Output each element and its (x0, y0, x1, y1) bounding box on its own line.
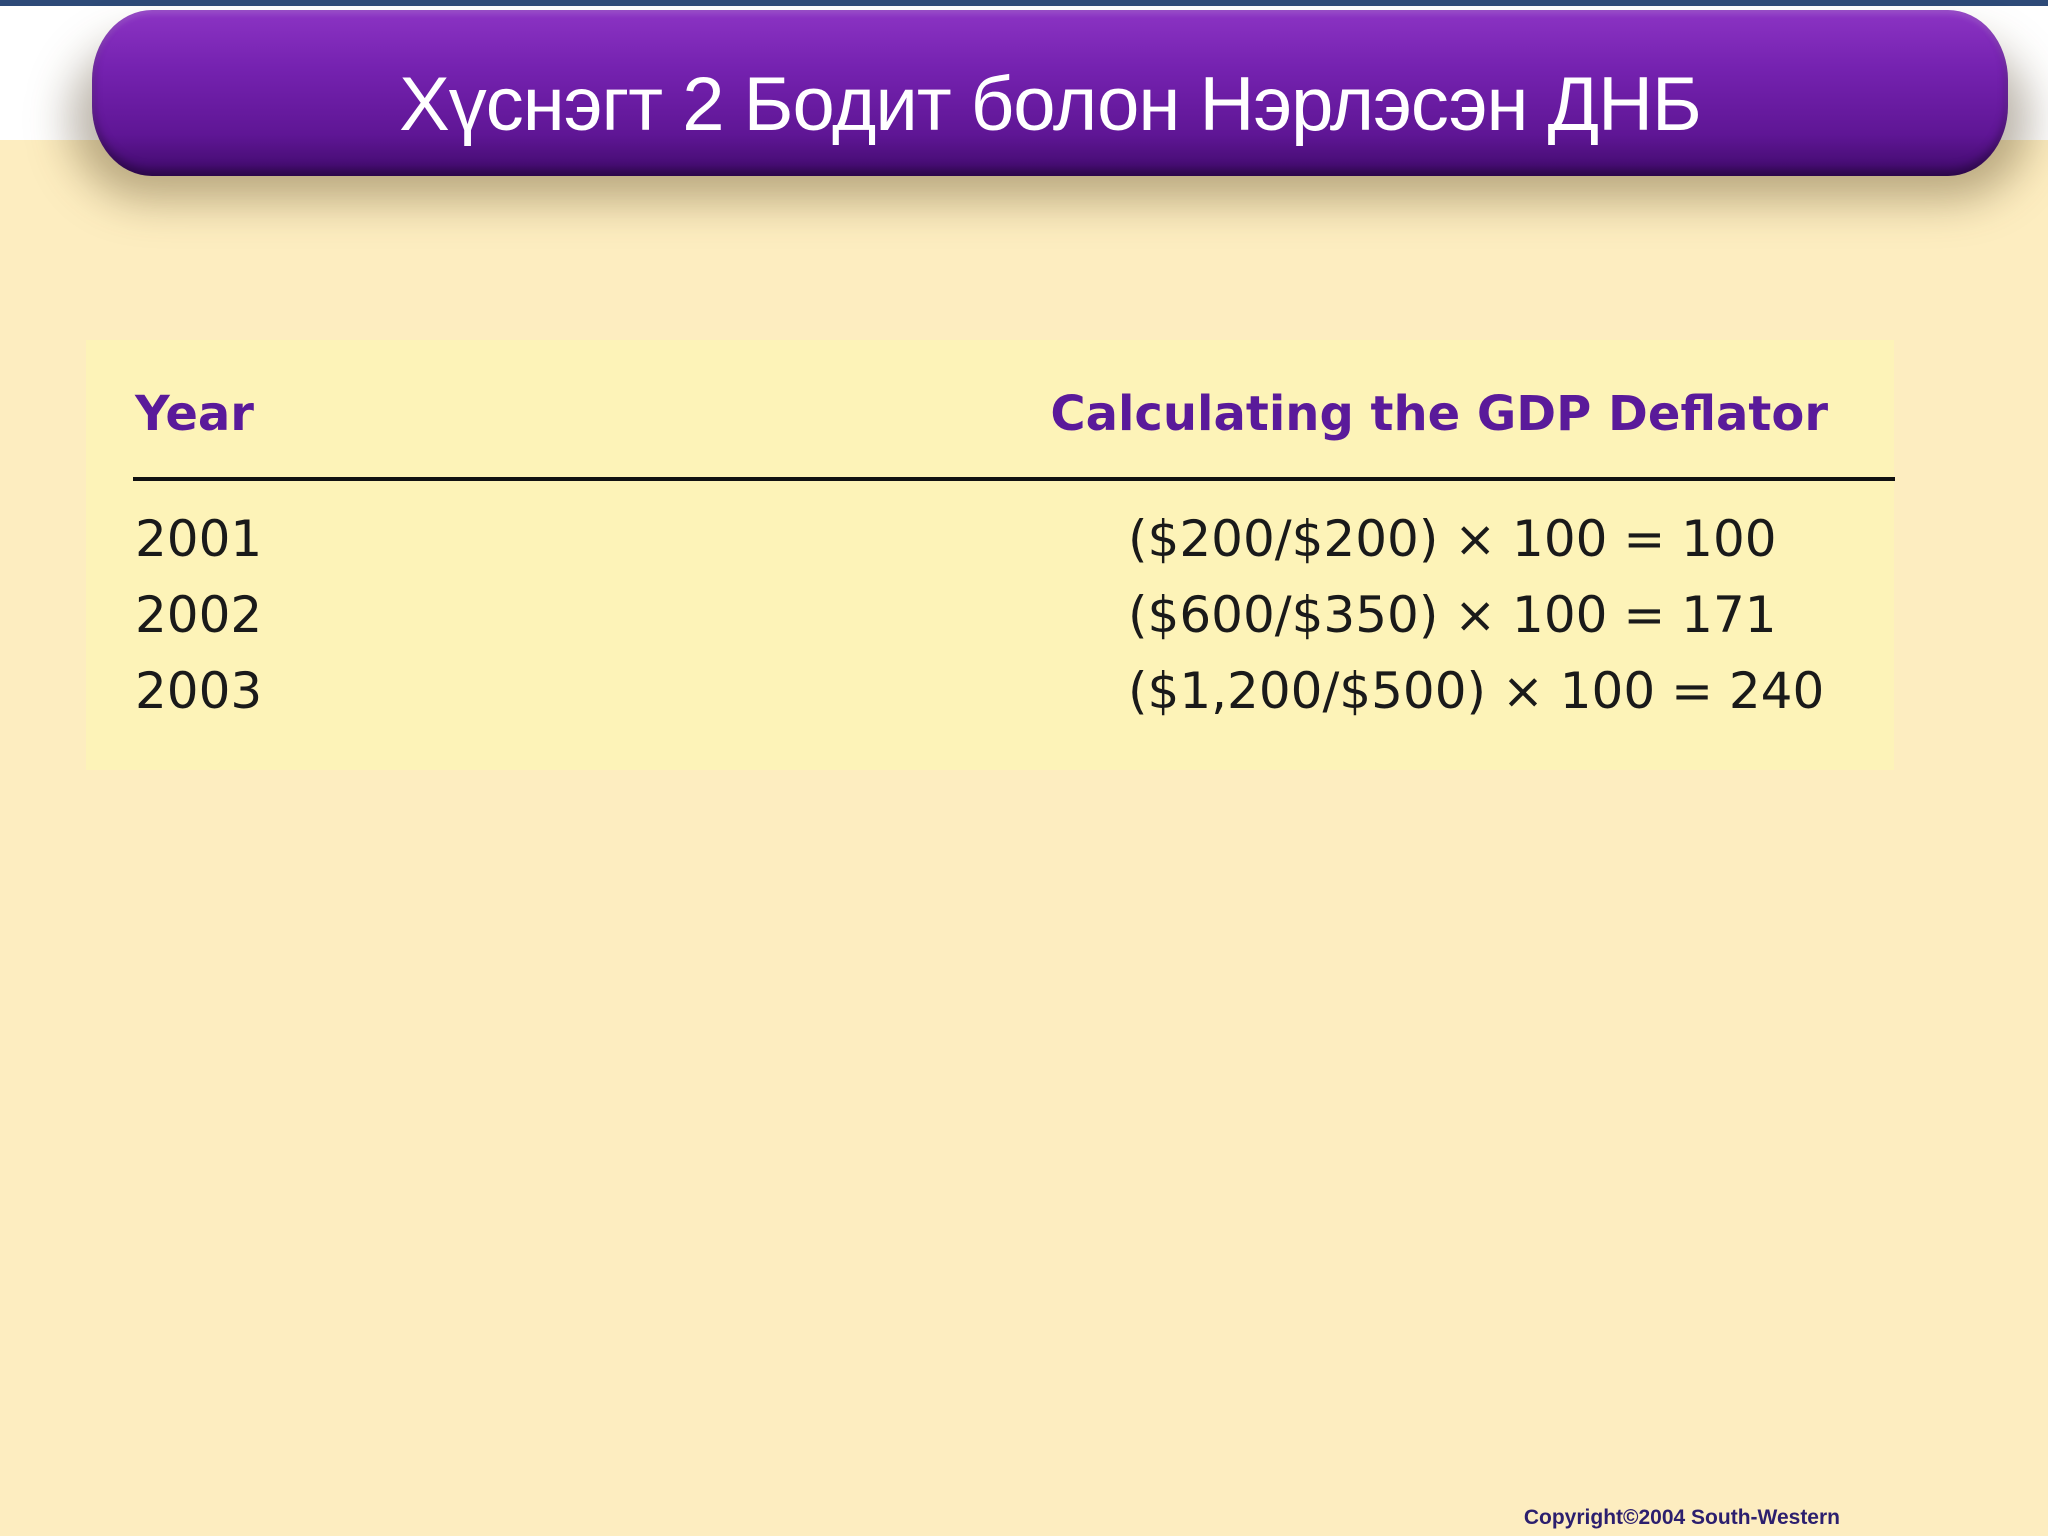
table-row-year: 2001 (135, 510, 263, 568)
table-row-formula: ($1,200/$500) × 100 = 240 (1128, 662, 1825, 720)
copyright-notice: Copyright©2004 South-Western (1523, 1506, 1840, 1529)
column-header-year: Year (135, 386, 254, 442)
column-header-calculation: Calculating the GDP Deflator (1050, 386, 1828, 442)
table-row-year: 2003 (135, 662, 263, 720)
slide-title: Хүснэгт 2 Бодит болон Нэрлэсэн ДНБ (399, 62, 1702, 147)
table-row-formula: ($200/$200) × 100 = 100 (1128, 510, 1777, 568)
table-row-year: 2002 (135, 586, 263, 644)
table-row-formula: ($600/$350) × 100 = 171 (1128, 586, 1777, 644)
header-rule (133, 477, 1895, 481)
